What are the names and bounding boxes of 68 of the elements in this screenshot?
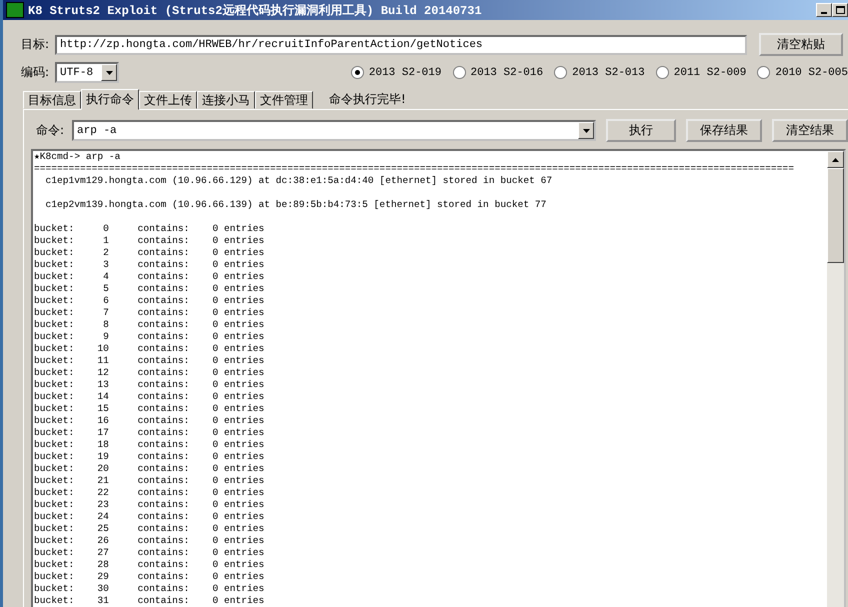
tab[interactable]: 连接小马 xyxy=(197,91,255,109)
output-line: c1ep2vm139.hongta.com (10.96.66.139) at be:89:5b:b4:73:5 [ethernet] stored in bucket 77 xyxy=(44,199,548,211)
save-results-button[interactable]: 保存结果 xyxy=(686,119,762,142)
output-line: bucket: 23 contains: 0 entries xyxy=(34,499,266,511)
output-line: bucket: 10 contains: 0 entries xyxy=(34,343,266,355)
output-line: bucket: 16 contains: 0 entries xyxy=(34,415,266,427)
app-logo-icon xyxy=(6,2,24,18)
tab[interactable]: 目标信息 xyxy=(23,91,81,109)
output-line: bucket: 7 contains: 0 entries xyxy=(34,307,266,319)
run-button[interactable]: 执行 xyxy=(606,119,676,142)
window-title: K8 Struts2 Exploit (Struts2远程代码执行漏洞利用工具) Build 20140731 xyxy=(28,2,483,18)
minimize-button[interactable] xyxy=(816,3,832,17)
exploit-radio[interactable]: 2013 S2-016 xyxy=(452,66,544,79)
output-line: bucket: 9 contains: 0 entries xyxy=(34,331,266,343)
tab[interactable]: 文件上传 xyxy=(139,91,197,109)
url-field[interactable]: http://zp.hongta.com/HRWEB/hr/recruitInfoParentAction/getNotices xyxy=(55,34,748,54)
output-line: bucket: 14 contains: 0 entries xyxy=(34,391,266,403)
output-line: bucket: 13 contains: 0 entries xyxy=(34,379,266,391)
output-line: bucket: 6 contains: 0 entries xyxy=(34,295,266,307)
output-line: bucket: 27 contains: 0 entries xyxy=(34,547,266,559)
dropdown-arrow-icon xyxy=(106,70,113,74)
output-line: bucket: 22 contains: 0 entries xyxy=(34,487,266,499)
output-line: bucket: 31 contains: 0 entries xyxy=(34,595,266,607)
target-label: 目标: xyxy=(21,36,50,53)
output-line: bucket: 15 contains: 0 entries xyxy=(34,403,266,415)
clear-results-button[interactable]: 清空结果 xyxy=(772,119,848,142)
exploit-radio[interactable]: 2013 S2-019 xyxy=(350,66,442,79)
scroll-up-button[interactable] xyxy=(827,151,844,168)
tab[interactable]: 文件管理 xyxy=(255,91,313,109)
dropdown-arrow-icon xyxy=(582,128,590,132)
output-line: bucket: 5 contains: 0 entries xyxy=(34,283,266,295)
exploit-radio[interactable]: 2010 S2-005 xyxy=(757,66,848,79)
minimize-icon xyxy=(821,12,827,14)
encoding-label: 编码: xyxy=(21,64,50,81)
clear-paste-button[interactable]: 清空粘贴 xyxy=(759,33,844,56)
scrollbar-thumb[interactable] xyxy=(827,168,844,263)
output-line: bucket: 20 contains: 0 entries xyxy=(34,463,266,475)
command-label: 命令: xyxy=(36,122,64,139)
output-line: bucket: 21 contains: 0 entries xyxy=(34,475,266,487)
output-line: bucket: 24 contains: 0 entries xyxy=(34,511,266,523)
output-line: bucket: 4 contains: 0 entries xyxy=(34,271,266,283)
status-text: 命令执行完毕! xyxy=(329,90,406,108)
output-line: bucket: 3 contains: 0 entries xyxy=(34,259,266,271)
output-line: bucket: 8 contains: 0 entries xyxy=(34,319,266,331)
output-line: bucket: 26 contains: 0 entries xyxy=(34,535,266,547)
up-arrow-icon xyxy=(832,158,839,162)
output-line: bucket: 12 contains: 0 entries xyxy=(34,367,266,379)
exploit-radio[interactable]: 2013 S2-013 xyxy=(554,66,645,79)
output-line: bucket: 18 contains: 0 entries xyxy=(34,439,266,451)
encoding-dropdown[interactable]: UTF-8 xyxy=(55,62,120,83)
output-line: bucket: 1 contains: 0 entries xyxy=(34,235,266,247)
output-line: bucket: 29 contains: 0 entries xyxy=(34,571,266,583)
maximize-button[interactable] xyxy=(832,3,848,17)
exploit-radio[interactable]: 2011 S2-009 xyxy=(656,66,746,79)
output-line: bucket: 25 contains: 0 entries xyxy=(34,523,266,535)
tab[interactable]: 执行命令 xyxy=(81,89,139,110)
output-line: bucket: 2 contains: 0 entries xyxy=(34,247,266,259)
output-line: c1ep1vm129.hongta.com (10.96.66.129) at dc:38:e1:5a:d4:40 [ethernet] stored in bucket 67 xyxy=(44,175,554,187)
separator-line: ==================================================================================================================================== xyxy=(34,163,795,175)
command-field[interactable]: arp -a xyxy=(72,120,596,141)
output-line: bucket: 19 contains: 0 entries xyxy=(34,451,266,463)
maximize-icon xyxy=(836,6,844,14)
output-line: ★K8cmd-> arp -a xyxy=(34,151,122,163)
output-line: bucket: 28 contains: 0 entries xyxy=(34,559,266,571)
output-line: bucket: 17 contains: 0 entries xyxy=(34,427,266,439)
output-line: bucket: 30 contains: 0 entries xyxy=(34,583,266,595)
output-line: bucket: 0 contains: 0 entries xyxy=(34,223,266,235)
output-line: bucket: 11 contains: 0 entries xyxy=(34,355,266,367)
